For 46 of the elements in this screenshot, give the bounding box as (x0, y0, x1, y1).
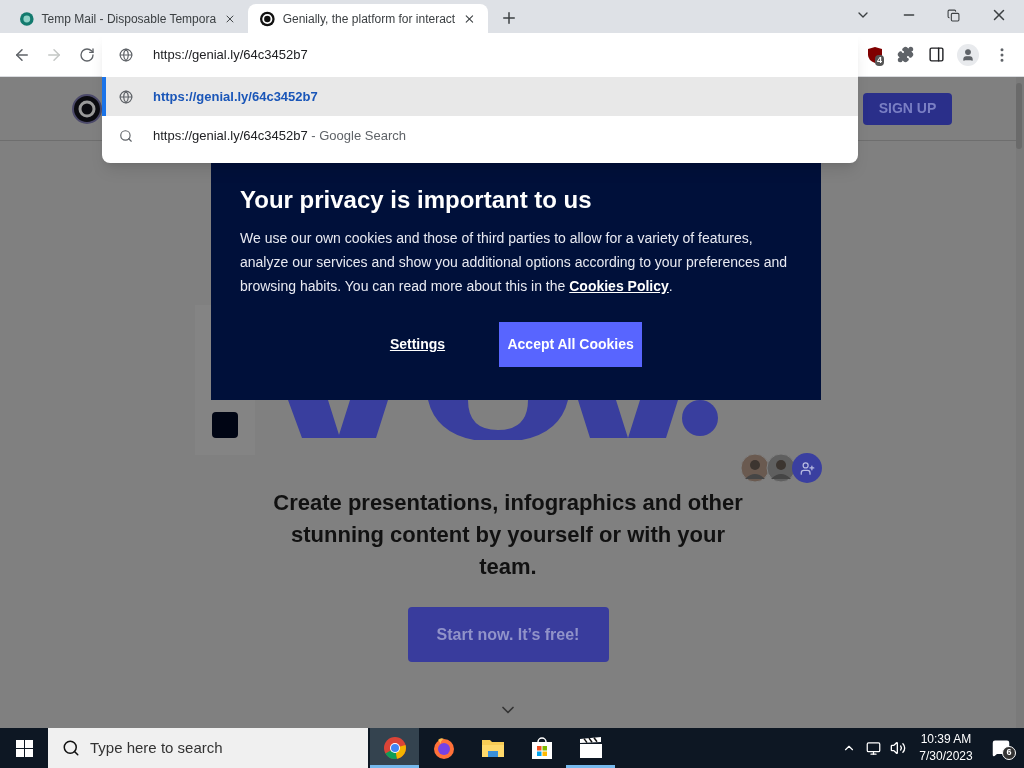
search-placeholder: Type here to search (90, 737, 223, 758)
bag-icon (529, 736, 554, 760)
tab-favicon (260, 10, 275, 27)
address-field[interactable]: https://genial.ly/64c3452b7 (102, 33, 858, 77)
avatar (766, 453, 796, 483)
settings-link[interactable]: Settings (389, 334, 446, 355)
notification-badge: 6 (1002, 746, 1016, 760)
add-person-icon (799, 460, 815, 476)
volume-icon[interactable] (890, 740, 906, 756)
tab-favicon (20, 10, 34, 27)
search-icon (119, 128, 133, 143)
tab-title: Temp Mail - Disposable Tempora (41, 10, 217, 28)
extensions-icon[interactable] (897, 46, 914, 63)
search-icon (62, 739, 80, 757)
clapperboard-icon (578, 737, 603, 759)
scrollbar[interactable] (1016, 77, 1024, 728)
avatar (740, 453, 770, 483)
network-icon[interactable] (866, 740, 881, 756)
folder-icon (480, 737, 505, 759)
taskbar-search-field[interactable]: Type here to search (48, 728, 368, 768)
logo-icon[interactable] (72, 93, 102, 124)
new-tab-icon[interactable] (500, 9, 518, 27)
reload-icon[interactable] (79, 46, 95, 63)
chrome-icon (382, 736, 407, 760)
extension-badge: 4 (875, 54, 884, 66)
globe-icon (119, 48, 133, 62)
browser-tab[interactable]: Genially, the platform for interact (248, 4, 488, 33)
restore-icon[interactable] (947, 8, 960, 22)
cookies-policy-link[interactable]: Cookies Policy (569, 278, 669, 294)
headline: Create presentations, infographics and other stunning content by yourself or with your team. (272, 489, 744, 581)
profile-avatar[interactable] (957, 43, 979, 66)
firefox-icon (431, 736, 456, 760)
color-swatch[interactable] (212, 412, 238, 438)
cookie-text: We use our own cookies and those of third parties to allow for a variety of features, analyze our services and show you additional options according to your preferences and browsing habits. You can read more about this in the Cookies Policy. (240, 229, 789, 296)
tab-title: Genially, the platform for interact (282, 10, 456, 28)
address-text: https://genial.ly/64c3452b7 (153, 46, 308, 65)
browser-tab[interactable]: Temp Mail - Disposable Tempora (8, 4, 248, 33)
globe-icon (119, 89, 133, 104)
suggestion-item[interactable]: https://genial.ly/64c3452b7 (102, 77, 858, 116)
accept-button[interactable]: Accept All Cookies (499, 322, 643, 367)
clock[interactable]: 10:39 AM 7/30/2023 (914, 731, 978, 765)
suggestion-item[interactable]: https://genial.ly/64c3452b7 - Google Search (102, 116, 858, 155)
add-collaborator-button[interactable] (792, 453, 822, 483)
windows-icon[interactable] (15, 739, 33, 757)
side-panel-icon[interactable] (928, 46, 945, 63)
dialog-title: Your privacy is important to us (240, 185, 593, 215)
